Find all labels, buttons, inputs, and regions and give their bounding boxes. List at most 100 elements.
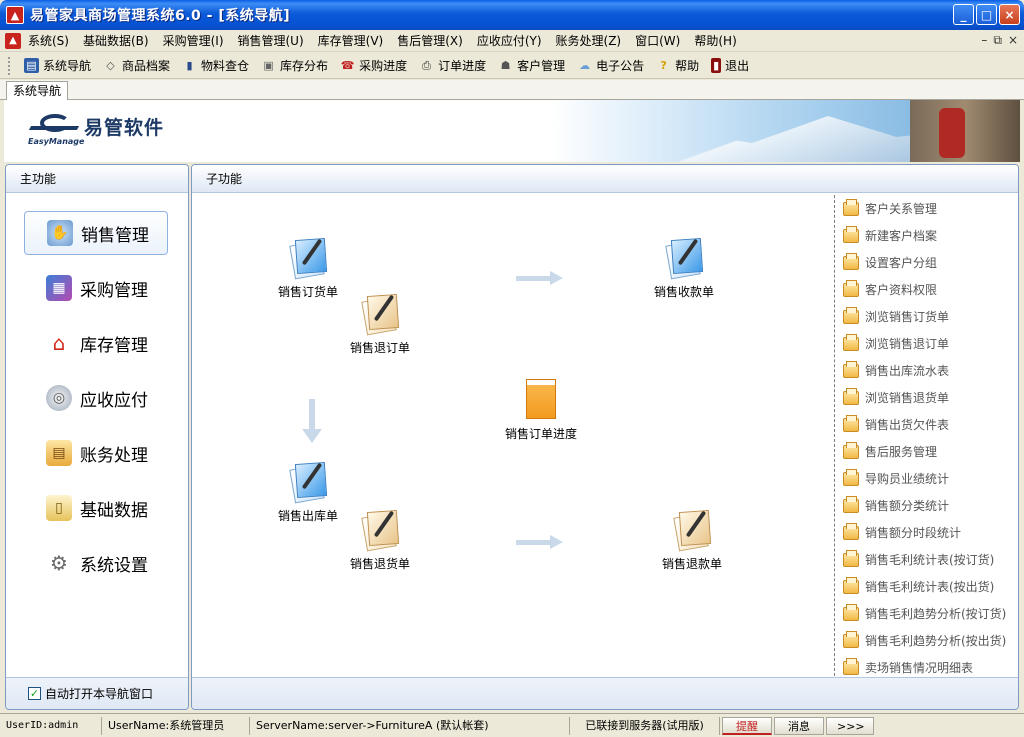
message-button[interactable]: 消息	[774, 716, 824, 735]
sales-cancel-icon	[360, 293, 400, 336]
sub-item[interactable]: 销售毛利统计表(按订货)	[835, 546, 1018, 573]
sub-item-label: 销售毛利趋势分析(按出货)	[865, 634, 1007, 648]
document-icon: ▣	[263, 59, 274, 72]
main-item-label: 基础数据	[80, 500, 148, 521]
tab-system-nav[interactable]: 系统导航	[6, 81, 69, 100]
sub-item[interactable]: 浏览销售订货单	[835, 303, 1018, 330]
flow-node-sales-outbound[interactable]: 销售出库单	[278, 461, 338, 524]
folder-icon	[843, 360, 859, 378]
toolbar-customer-management-button[interactable]: ☗ 客户管理	[492, 54, 571, 78]
toolbar: ▤ 系统导航 ◇ 商品档案 ▮ 物料查仓 ▣ 库存分布 ☎ 采购进度 ⎙ 订单进…	[0, 53, 1024, 79]
sub-item-label: 销售额分时段统计	[865, 526, 962, 540]
folder-icon	[843, 549, 859, 567]
menu-basic-data[interactable]: 基础数据(B)	[76, 30, 156, 52]
flow-node-label: 销售退货单	[350, 557, 411, 571]
menu-sales[interactable]: 销售管理(U)	[231, 30, 311, 52]
sub-item[interactable]: 导购员业绩统计	[835, 465, 1018, 492]
sub-item[interactable]: 浏览销售退货单	[835, 384, 1018, 411]
flow-node-sales-refund[interactable]: 销售退款单	[662, 509, 722, 572]
sub-item[interactable]: 销售出库流水表	[835, 357, 1018, 384]
main-item-basic-data[interactable]: ▯ 基础数据	[24, 486, 168, 530]
sub-item-label: 售后服务管理	[865, 445, 938, 459]
flow-node-sales-return[interactable]: 销售退货单	[350, 509, 410, 572]
folder-icon	[843, 657, 859, 675]
toolbar-purchase-progress-button[interactable]: ☎ 采购进度	[334, 54, 413, 78]
flow-node-sales-order[interactable]: 销售订货单	[278, 237, 338, 300]
menu-bar: ▲ 系统(S) 基础数据(B) 采购管理(I) 销售管理(U) 库存管理(V) …	[0, 30, 1024, 52]
flow-node-label: 销售退款单	[662, 557, 723, 571]
main-item-accounting[interactable]: ▤ 账务处理	[24, 431, 168, 475]
main-item-label: 账务处理	[80, 445, 148, 466]
toolbar-bulletin-button[interactable]: ☁ 电子公告	[571, 54, 650, 78]
folder-icon	[843, 495, 859, 513]
sub-item[interactable]: 销售毛利统计表(按出货)	[835, 573, 1018, 600]
cloud-icon: ☁	[579, 59, 591, 72]
toolbar-exit-button[interactable]: ▮ 退出	[705, 54, 755, 78]
menu-help[interactable]: 帮助(H)	[687, 30, 743, 52]
order-progress-icon	[524, 379, 558, 421]
sub-item[interactable]: 销售出货欠件表	[835, 411, 1018, 438]
main-item-label: 应收应付	[80, 390, 148, 411]
sub-item-label: 销售额分类统计	[865, 499, 950, 513]
menu-accounting[interactable]: 账务处理(Z)	[549, 30, 629, 52]
flow-node-sales-receipt[interactable]: 销售收款单	[654, 237, 714, 300]
maximize-button[interactable]: □	[976, 4, 997, 25]
tag-icon: ◇	[106, 59, 115, 72]
toolbar-material-check-button[interactable]: ▮ 物料查仓	[176, 54, 255, 78]
sub-item[interactable]: 销售额分类统计	[835, 492, 1018, 519]
close-button[interactable]: ×	[999, 4, 1020, 25]
title-bar[interactable]: ▲ 易管家具商场管理系统6.0 - [系统导航] _ □ ×	[0, 0, 1024, 30]
sub-item[interactable]: 销售额分时段统计	[835, 519, 1018, 546]
flow-arrow-right-top	[516, 271, 564, 285]
main-item-label: 系统设置	[80, 555, 148, 576]
menu-window[interactable]: 窗口(W)	[628, 30, 687, 52]
sales-receipt-icon	[664, 237, 704, 280]
toolbar-order-progress-button[interactable]: ⎙ 订单进度	[413, 54, 492, 78]
sub-item[interactable]: 客户关系管理	[835, 195, 1018, 222]
more-button[interactable]: >>>	[826, 716, 874, 735]
sub-function-header: 子功能	[192, 165, 1018, 193]
sales-flow-diagram: 销售订货单 销售退订单 销售收款单 销售订单进度 销售出库单 销售退货单 销售退…	[192, 193, 834, 679]
remind-button[interactable]: 提醒	[722, 716, 772, 735]
app-logo-icon[interactable]: ▲	[6, 6, 24, 24]
toolbar-grip[interactable]	[8, 56, 12, 75]
flow-node-order-progress[interactable]: 销售订单进度	[505, 379, 577, 442]
menu-receivables-payables[interactable]: 应收应付(Y)	[470, 30, 549, 52]
sub-item-label: 浏览销售退订单	[865, 337, 950, 351]
sub-item[interactable]: 浏览销售退订单	[835, 330, 1018, 357]
toolbar-system-nav-button[interactable]: ▤ 系统导航	[18, 54, 97, 78]
phone-icon: ☎	[340, 59, 355, 72]
main-item-sales[interactable]: ✋ 销售管理	[24, 211, 168, 255]
minimize-button[interactable]: _	[953, 4, 974, 25]
mdi-restore-button[interactable]: ⧉	[993, 33, 1002, 48]
logo-english-text: EasyManage	[28, 137, 85, 146]
mdi-child-icon[interactable]: ▲	[5, 32, 21, 49]
main-function-panel: 主功能 ✋ 销售管理 ▦ 采购管理 ⌂ 库存管理 ◎ 应收应付 ▤ 账务处理 ▯…	[5, 164, 189, 710]
sub-item[interactable]: 销售毛利趋势分析(按订货)	[835, 600, 1018, 627]
flow-node-label: 销售退订单	[350, 341, 411, 355]
printer-icon: ⎙	[422, 58, 431, 72]
sub-item[interactable]: 售后服务管理	[835, 438, 1018, 465]
auto-open-checkbox[interactable]: ✓	[28, 687, 41, 700]
sub-item[interactable]: 客户资料权限	[835, 276, 1018, 303]
toolbar-inventory-distribution-button[interactable]: ▣ 库存分布	[255, 54, 334, 78]
main-item-inventory[interactable]: ⌂ 库存管理	[24, 321, 168, 365]
toolbar-help-button[interactable]: ? 帮助	[650, 54, 705, 78]
flow-node-sales-cancel[interactable]: 销售退订单	[350, 293, 410, 356]
menu-system[interactable]: 系统(S)	[21, 30, 76, 52]
sub-item[interactable]: 设置客户分组	[835, 249, 1018, 276]
main-item-receivables[interactable]: ◎ 应收应付	[24, 376, 168, 420]
auto-open-checkbox-row[interactable]: ✓ 自动打开本导航窗口	[6, 677, 188, 709]
sub-item[interactable]: 销售毛利趋势分析(按出货)	[835, 627, 1018, 654]
menu-after-sales[interactable]: 售后管理(X)	[390, 30, 470, 52]
menu-purchase[interactable]: 采购管理(I)	[156, 30, 231, 52]
folder-icon	[843, 576, 859, 594]
mdi-minimize-button[interactable]: –	[981, 33, 987, 48]
sub-item[interactable]: 新建客户档案	[835, 222, 1018, 249]
menu-inventory[interactable]: 库存管理(V)	[311, 30, 391, 52]
main-item-purchase[interactable]: ▦ 采购管理	[24, 266, 168, 310]
logo-chinese-text: 易管软件	[84, 117, 165, 139]
toolbar-product-archive-button[interactable]: ◇ 商品档案	[97, 54, 176, 78]
main-item-system-settings[interactable]: ⚙ 系统设置	[24, 541, 168, 585]
mdi-close-button[interactable]: ×	[1008, 33, 1018, 48]
